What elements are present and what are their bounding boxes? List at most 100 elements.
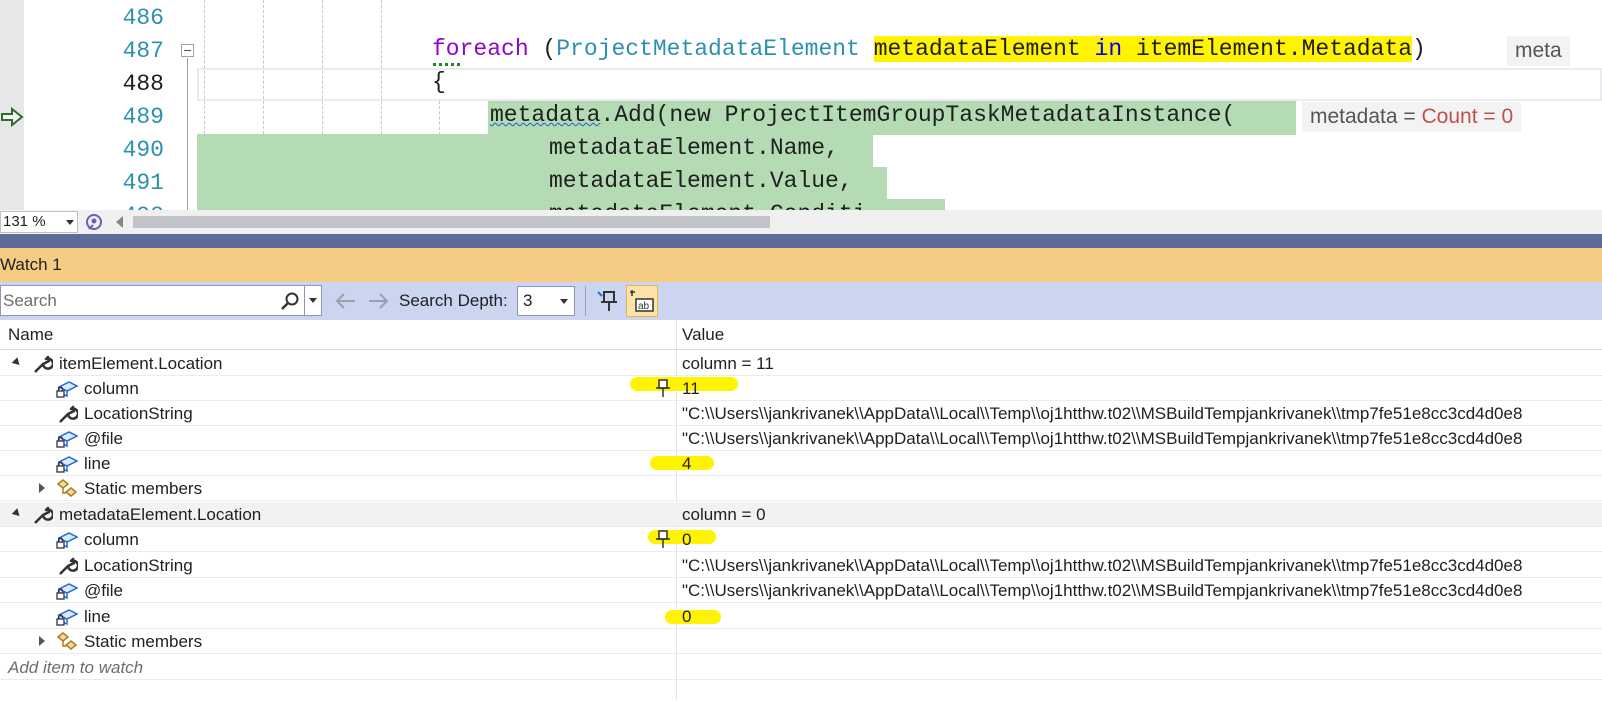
code-token: .Add(new ProjectItemGroupTaskMetadataIns… bbox=[600, 102, 1236, 128]
watch-window-title[interactable]: Watch 1 bbox=[0, 248, 1602, 282]
search-options-dropdown[interactable] bbox=[304, 286, 321, 315]
datatip-value: Count = 0 bbox=[1421, 105, 1514, 128]
code-line-490[interactable]: metadataElement.Name, bbox=[549, 132, 839, 165]
code-line-487[interactable]: foreach (ProjectMetadataElement metadata… bbox=[432, 33, 1426, 66]
current-line-highlight bbox=[197, 68, 1602, 101]
field-lock-icon bbox=[56, 456, 78, 473]
code-token: ( bbox=[528, 36, 557, 62]
field-lock-icon bbox=[56, 532, 78, 549]
keyword-in: in bbox=[1094, 36, 1123, 62]
watch-row[interactable]: column 0 bbox=[0, 527, 1602, 552]
pin-icon[interactable] bbox=[655, 379, 671, 398]
collapse-arrow-icon[interactable] bbox=[11, 508, 23, 519]
keyword-foreach: foreach bbox=[432, 36, 529, 62]
line-number: 490 bbox=[122, 137, 164, 163]
search-input[interactable] bbox=[1, 286, 280, 315]
search-icon[interactable] bbox=[280, 291, 300, 311]
member-name[interactable]: @file bbox=[84, 426, 123, 451]
member-name[interactable]: LocationString bbox=[84, 401, 193, 426]
line-number: 486 bbox=[122, 5, 164, 31]
watch-row[interactable]: @file "C:\\Users\\jankrivanek\\AppData\\… bbox=[0, 426, 1602, 451]
watch-value[interactable]: 11 bbox=[682, 376, 1602, 401]
wrench-icon bbox=[34, 506, 53, 524]
search-depth-select[interactable]: 3 bbox=[517, 286, 575, 316]
watch-expression-name[interactable]: metadataElement.Location bbox=[59, 502, 261, 527]
horizontal-scrollbar-thumb[interactable] bbox=[133, 216, 770, 228]
member-name[interactable]: column bbox=[84, 376, 139, 401]
code-line-492[interactable]: metadataElement.Conditi bbox=[549, 198, 866, 210]
code-editor[interactable]: 486 487 488 489 490 491 492 foreach (Pro… bbox=[0, 0, 1602, 210]
field-lock-icon bbox=[56, 431, 78, 448]
hexadecimal-display-button[interactable]: ab bbox=[626, 285, 658, 317]
watch-value[interactable]: "C:\\Users\\jankrivanek\\AppData\\Local\… bbox=[682, 426, 1602, 451]
static-members-label[interactable]: Static members bbox=[84, 629, 202, 654]
collapse-arrow-icon[interactable] bbox=[11, 357, 23, 368]
indent-guide bbox=[263, 0, 264, 134]
zoom-value: 131 % bbox=[3, 213, 46, 230]
member-name[interactable]: LocationString bbox=[84, 553, 193, 578]
panel-splitter[interactable] bbox=[0, 234, 1602, 248]
grid-header: Name Value bbox=[0, 320, 1602, 350]
watch-row[interactable]: line 0 bbox=[0, 604, 1602, 629]
watch-row[interactable]: Static members bbox=[0, 629, 1602, 654]
search-depth-label: Search Depth: bbox=[399, 291, 508, 310]
pin-icon[interactable] bbox=[595, 288, 621, 314]
search-box[interactable] bbox=[0, 285, 322, 316]
watch-value[interactable]: "C:\\Users\\jankrivanek\\AppData\\Local\… bbox=[682, 401, 1602, 426]
arrow-left-icon[interactable] bbox=[333, 291, 357, 311]
collapse-outline-button[interactable] bbox=[181, 44, 194, 57]
static-members-label[interactable]: Static members bbox=[84, 476, 202, 501]
toolbar-separator bbox=[585, 286, 586, 316]
scroll-left-arrow-icon[interactable] bbox=[116, 216, 123, 228]
zoom-dropdown[interactable]: 131 % bbox=[0, 211, 78, 233]
highlighted-expression: metadataElement in itemElement.Metadata bbox=[873, 36, 1413, 62]
watch-row[interactable]: itemElement.Location column = 11 bbox=[0, 351, 1602, 376]
search-depth-value: 3 bbox=[523, 291, 533, 310]
watch-row[interactable]: column 11 bbox=[0, 376, 1602, 401]
add-item-row[interactable]: Add item to watch bbox=[0, 655, 1602, 680]
watch-row[interactable]: line 4 bbox=[0, 451, 1602, 476]
add-item-placeholder[interactable]: Add item to watch bbox=[8, 655, 143, 680]
code-line-489[interactable]: metadata.Add(new ProjectItemGroupTaskMet… bbox=[490, 99, 1235, 132]
column-header-name[interactable]: Name bbox=[8, 320, 53, 350]
variable-metadata[interactable]: metadata bbox=[490, 102, 600, 128]
type-name: ProjectMetadataElement bbox=[556, 36, 860, 62]
current-statement-arrow-icon bbox=[1, 106, 24, 128]
expand-arrow-icon[interactable] bbox=[39, 483, 45, 493]
datatip-metadata-truncated[interactable]: meta bbox=[1507, 36, 1570, 66]
watch-value[interactable]: "C:\\Users\\jankrivanek\\AppData\\Local\… bbox=[682, 553, 1602, 578]
watch-value[interactable]: "C:\\Users\\jankrivanek\\AppData\\Local\… bbox=[682, 578, 1602, 603]
watch-expression-name[interactable]: itemElement.Location bbox=[59, 351, 222, 376]
member-name[interactable]: @file bbox=[84, 578, 123, 603]
datatip-metadata[interactable]: metadata = Count = 0 bbox=[1302, 102, 1522, 132]
indent-guide bbox=[439, 101, 440, 135]
watch-row[interactable]: metadataElement.Location column = 0 bbox=[0, 502, 1602, 527]
watch-row[interactable]: LocationString "C:\\Users\\jankrivanek\\… bbox=[0, 401, 1602, 426]
watch-value[interactable]: 0 bbox=[682, 527, 1602, 552]
indicator-margin[interactable] bbox=[0, 0, 24, 210]
watch-row[interactable]: LocationString "C:\\Users\\jankrivanek\\… bbox=[0, 553, 1602, 578]
watch-value[interactable]: 0 bbox=[682, 604, 1602, 629]
column-header-value[interactable]: Value bbox=[682, 320, 724, 350]
watch-value[interactable]: column = 11 bbox=[682, 351, 1602, 376]
intellicode-icon[interactable] bbox=[84, 212, 104, 232]
code-line-491[interactable]: metadataElement.Value, bbox=[549, 165, 853, 198]
wrench-icon bbox=[59, 405, 78, 423]
member-name[interactable]: line bbox=[84, 451, 110, 476]
line-number: 487 bbox=[122, 38, 164, 64]
watch-value[interactable]: column = 0 bbox=[682, 502, 1602, 527]
watch-row[interactable]: @file "C:\\Users\\jankrivanek\\AppData\\… bbox=[0, 578, 1602, 603]
expand-arrow-icon[interactable] bbox=[39, 636, 45, 646]
watch-row[interactable]: Static members bbox=[0, 476, 1602, 501]
pin-icon[interactable] bbox=[655, 530, 671, 549]
arrow-right-icon[interactable] bbox=[367, 291, 391, 311]
code-line-488[interactable]: { bbox=[432, 66, 446, 99]
line-numbers: 486 487 488 489 490 491 492 bbox=[24, 0, 164, 210]
watch-toolbar: Search Depth: 3 ab bbox=[0, 282, 1602, 320]
line-number-current: 488 bbox=[122, 71, 164, 97]
watch-grid[interactable]: Name Value itemElement.Location column =… bbox=[0, 320, 1602, 717]
member-name[interactable]: column bbox=[84, 527, 139, 552]
watch-value[interactable]: 4 bbox=[682, 451, 1602, 476]
member-name[interactable]: line bbox=[84, 604, 110, 629]
